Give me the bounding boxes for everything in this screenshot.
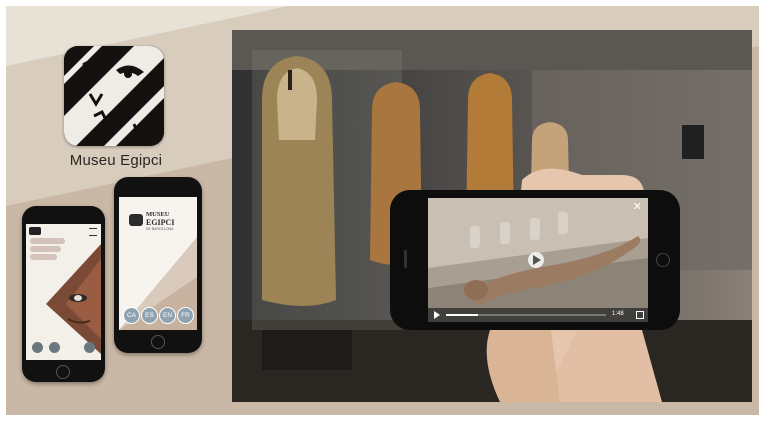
video-time: 1:48 xyxy=(612,311,624,317)
nav-button-3[interactable] xyxy=(84,342,95,353)
lang-button-ca[interactable]: CA xyxy=(123,307,140,324)
menu-item-2[interactable] xyxy=(30,246,61,252)
mummy-face-graphic xyxy=(26,224,101,360)
lang-button-en[interactable]: EN xyxy=(159,307,176,324)
video-controls: 1:48 xyxy=(428,308,648,322)
home-button[interactable] xyxy=(151,335,165,349)
museum-photo: ✕ 1:48 xyxy=(232,30,752,402)
mummy-3d-scene xyxy=(428,198,648,322)
play-icon[interactable] xyxy=(434,311,440,319)
phone-left-screen[interactable] xyxy=(26,224,101,360)
progress-bar[interactable] xyxy=(446,314,606,316)
hieroglyph-icon xyxy=(64,46,164,146)
phone-right-screen[interactable]: MUSEU EGIPCI DE BARCELONA CA ES EN FR xyxy=(119,197,197,330)
phone-left xyxy=(22,206,105,382)
logo-line-1: MUSEU xyxy=(146,211,170,218)
menu-item-3[interactable] xyxy=(30,254,57,260)
app-name: Museu Egipci xyxy=(69,152,163,169)
home-button[interactable] xyxy=(656,253,670,267)
fullscreen-icon[interactable] xyxy=(636,311,644,319)
museum-logo-icon xyxy=(129,214,143,226)
promo-frame: Museu Egipci MUSEU EGIPCI DE BARCELONA C… xyxy=(6,6,759,415)
hamburger-icon[interactable] xyxy=(89,228,97,236)
app-icon[interactable] xyxy=(64,46,164,146)
home-button[interactable] xyxy=(56,365,70,379)
logo-line-3: DE BARCELONA xyxy=(146,227,174,231)
lang-button-fr[interactable]: FR xyxy=(177,307,194,324)
logo-line-2: EGIPCI xyxy=(146,218,175,227)
progress-fill xyxy=(446,314,478,316)
nav-button-1[interactable] xyxy=(32,342,43,353)
close-icon[interactable]: ✕ xyxy=(633,200,642,213)
video-player[interactable]: ✕ 1:48 xyxy=(428,198,648,322)
menu-item-1[interactable] xyxy=(30,238,65,244)
nav-button-2[interactable] xyxy=(49,342,60,353)
handheld-phone: ✕ 1:48 xyxy=(390,190,680,330)
lang-button-es[interactable]: ES xyxy=(141,307,158,324)
mini-logo-icon xyxy=(29,227,41,235)
phone-speaker xyxy=(404,250,407,268)
phone-right: MUSEU EGIPCI DE BARCELONA CA ES EN FR xyxy=(114,177,202,353)
